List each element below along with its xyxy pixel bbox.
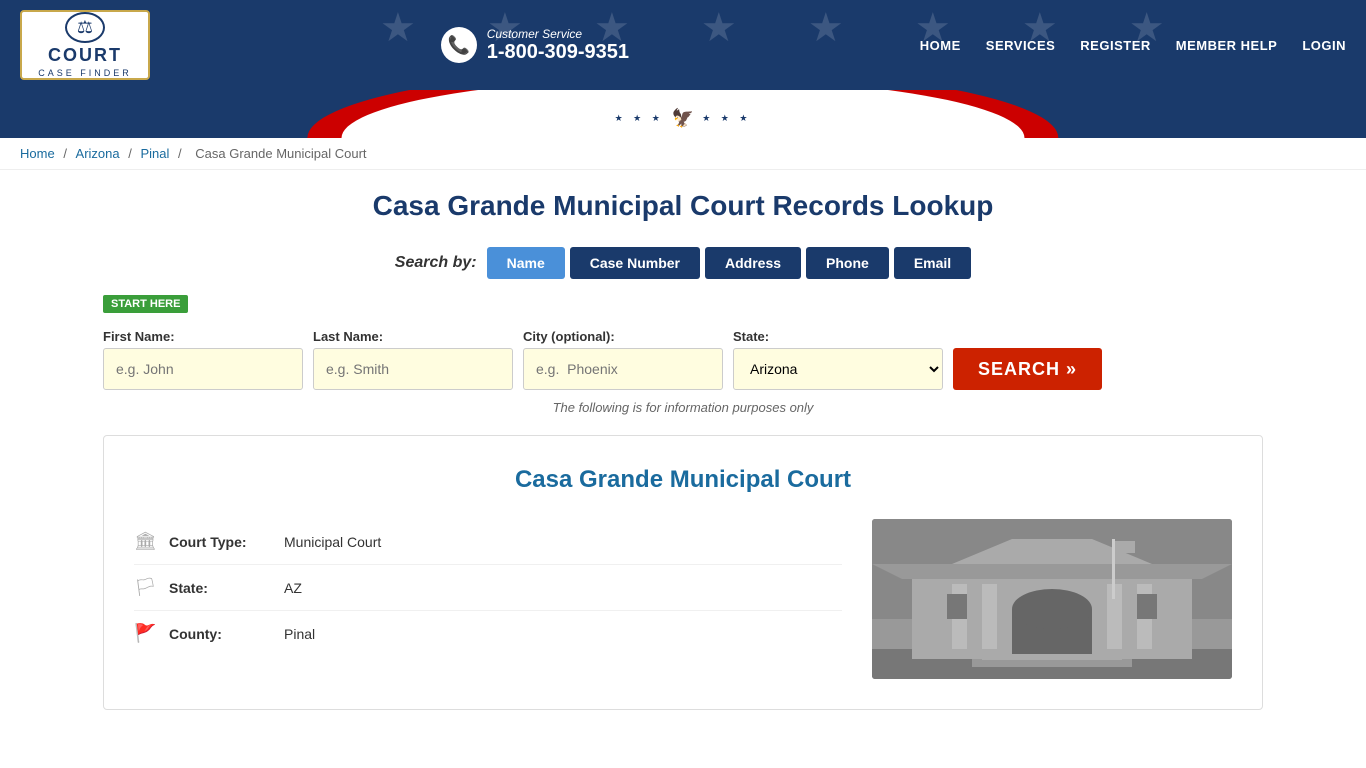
court-type-label: Court Type: <box>169 534 269 550</box>
court-info-list: 🏛 Court Type: Municipal Court 🏳 State: A… <box>134 519 842 679</box>
customer-service-label: Customer Service <box>487 27 629 41</box>
arc-stars-left: ★ ★ ★ <box>615 113 664 124</box>
breadcrumb: Home / Arizona / Pinal / Casa Grande Mun… <box>0 138 1366 170</box>
header-arc: ★ ★ ★ 🦅 ★ ★ ★ <box>0 90 1366 138</box>
tab-case-number[interactable]: Case Number <box>570 247 700 279</box>
last-name-group: Last Name: <box>313 329 513 390</box>
start-here-badge: START HERE <box>103 295 188 313</box>
court-type-row: 🏛 Court Type: Municipal Court <box>134 519 842 565</box>
court-card-title: Casa Grande Municipal Court <box>134 466 1232 494</box>
court-county-label: County: <box>169 626 269 642</box>
breadcrumb-current: Casa Grande Municipal Court <box>195 146 366 161</box>
arc-white: ★ ★ ★ 🦅 ★ ★ ★ <box>342 90 1025 138</box>
logo-sub-text: CASE FINDER <box>38 68 132 78</box>
court-state-value: AZ <box>284 580 302 596</box>
tab-name[interactable]: Name <box>487 247 565 279</box>
court-building-image <box>872 519 1232 679</box>
breadcrumb-home[interactable]: Home <box>20 146 55 161</box>
breadcrumb-sep-1: / <box>63 146 70 161</box>
court-state-label: State: <box>169 580 269 596</box>
logo-area: ⚖ COURT CASE FINDER <box>20 10 150 80</box>
phone-icon: 📞 <box>441 27 477 63</box>
search-form: First Name: Last Name: City (optional): … <box>103 329 1263 390</box>
nav-login[interactable]: LOGIN <box>1302 38 1346 53</box>
logo-box: ⚖ COURT CASE FINDER <box>20 10 150 80</box>
last-name-label: Last Name: <box>313 329 513 344</box>
tab-address[interactable]: Address <box>705 247 801 279</box>
city-input[interactable] <box>523 348 723 390</box>
court-card: Casa Grande Municipal Court 🏛 Court Type… <box>103 435 1263 710</box>
breadcrumb-sep-2: / <box>128 146 135 161</box>
court-state-icon: 🏳 <box>134 577 154 598</box>
customer-service-area: 📞 Customer Service 1-800-309-9351 <box>441 27 629 64</box>
court-county-value: Pinal <box>284 626 315 642</box>
courthouse-svg <box>872 519 1232 679</box>
state-label: State: <box>733 329 943 344</box>
first-name-group: First Name: <box>103 329 303 390</box>
court-county-row: 🚩 County: Pinal <box>134 611 842 656</box>
first-name-label: First Name: <box>103 329 303 344</box>
court-details: 🏛 Court Type: Municipal Court 🏳 State: A… <box>134 519 1232 679</box>
tab-phone[interactable]: Phone <box>806 247 889 279</box>
site-header: ★ ★ ★ ★ ★ ★ ★ ★ ⚖ COURT CASE FINDER 📞 Cu… <box>0 0 1366 90</box>
breadcrumb-sep-3: / <box>178 146 185 161</box>
customer-service-phone: 1-800-309-9351 <box>487 41 629 64</box>
search-by-label: Search by: <box>395 254 477 272</box>
nav-member-help[interactable]: MEMBER HELP <box>1176 38 1278 53</box>
nav-register[interactable]: REGISTER <box>1080 38 1150 53</box>
breadcrumb-pinal[interactable]: Pinal <box>140 146 169 161</box>
eagle-icon: 🦅 <box>672 108 694 129</box>
logo-emblem: ⚖ <box>65 12 105 43</box>
search-by-row: Search by: Name Case Number Address Phon… <box>103 247 1263 279</box>
nav-services[interactable]: SERVICES <box>986 38 1056 53</box>
customer-service-info: Customer Service 1-800-309-9351 <box>487 27 629 64</box>
search-button[interactable]: SEARCH » <box>953 348 1102 390</box>
breadcrumb-arizona[interactable]: Arizona <box>76 146 120 161</box>
city-label: City (optional): <box>523 329 723 344</box>
start-here-container: START HERE <box>103 294 1263 321</box>
state-select[interactable]: Arizona <box>733 348 943 390</box>
court-state-row: 🏳 State: AZ <box>134 565 842 611</box>
info-note: The following is for information purpose… <box>103 400 1263 415</box>
arc-eagle-area: ★ ★ ★ 🦅 ★ ★ ★ <box>615 108 752 129</box>
court-county-icon: 🚩 <box>134 623 154 644</box>
main-nav: HOME SERVICES REGISTER MEMBER HELP LOGIN <box>920 38 1346 53</box>
nav-home[interactable]: HOME <box>920 38 961 53</box>
court-type-icon: 🏛 <box>134 531 154 552</box>
first-name-input[interactable] <box>103 348 303 390</box>
state-group: State: Arizona <box>733 329 943 390</box>
tab-email[interactable]: Email <box>894 247 971 279</box>
court-type-value: Municipal Court <box>284 534 381 550</box>
last-name-input[interactable] <box>313 348 513 390</box>
page-title: Casa Grande Municipal Court Records Look… <box>103 190 1263 222</box>
logo-court-text: COURT <box>48 45 122 66</box>
main-content: Casa Grande Municipal Court Records Look… <box>83 170 1283 730</box>
city-group: City (optional): <box>523 329 723 390</box>
arc-stars-right: ★ ★ ★ <box>702 113 751 124</box>
